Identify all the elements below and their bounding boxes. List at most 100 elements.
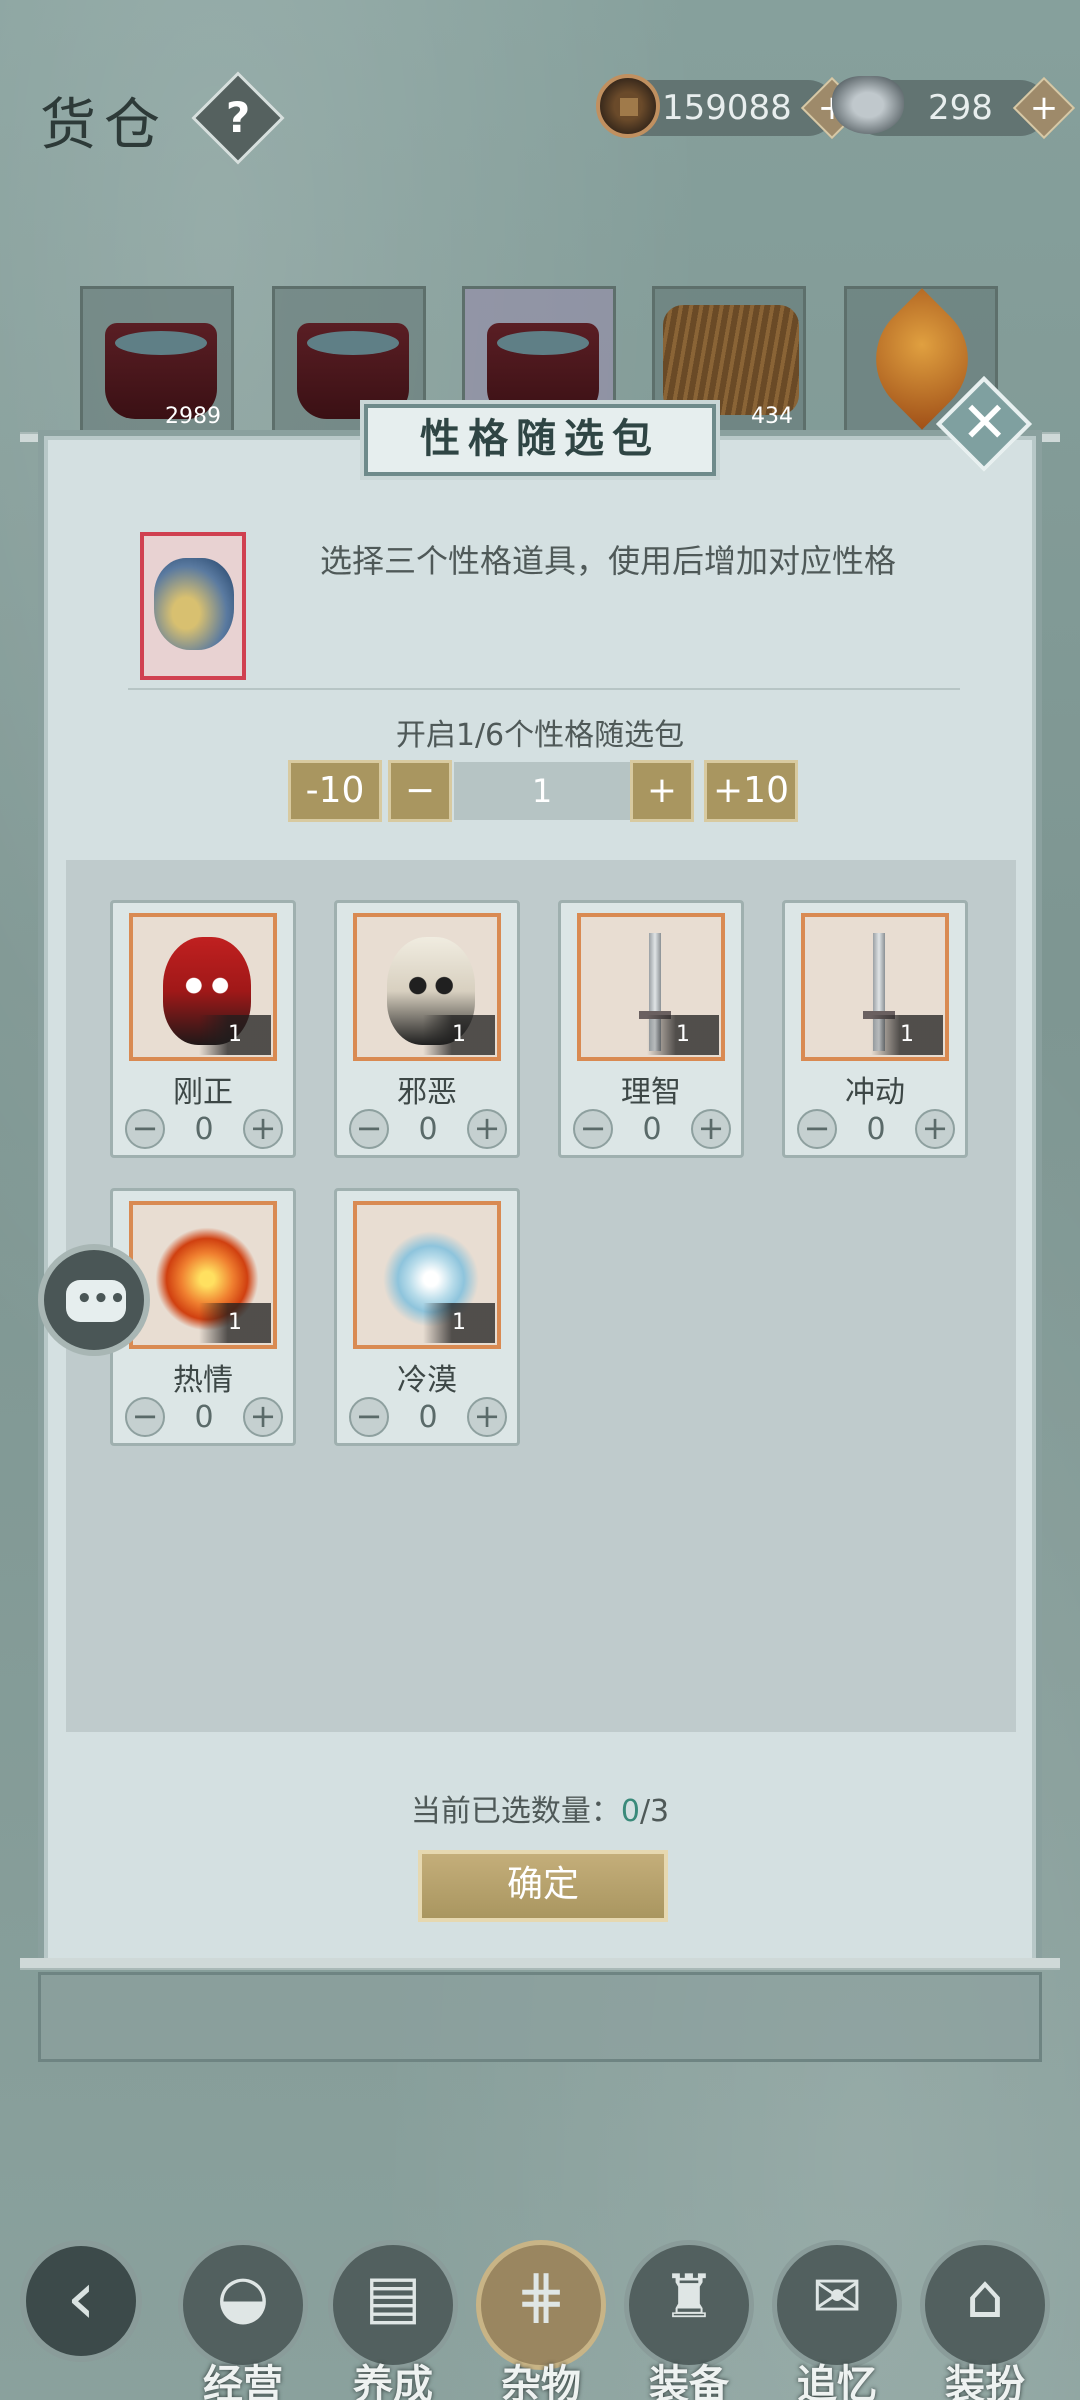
selected-total: /3 [639, 1794, 670, 1829]
stepper-value: 0 [642, 1112, 662, 1147]
item-count: 1 [647, 1015, 719, 1055]
help-label: ? [225, 93, 251, 142]
item-thumb: 1 [129, 1201, 277, 1349]
item-thumb: 1 [353, 913, 501, 1061]
decrement-button[interactable]: − [125, 1109, 165, 1149]
selected-label: 当前已选数量： [410, 1794, 621, 1829]
item-count: 1 [423, 1303, 495, 1343]
shelf-item-count: 434 [751, 404, 793, 429]
item-name: 刚正 [173, 1075, 233, 1110]
plus-button[interactable]: + [630, 760, 694, 822]
close-icon: ✕ [961, 390, 1009, 456]
item-name: 热情 [173, 1363, 233, 1398]
increment-button[interactable]: + [691, 1109, 731, 1149]
decrement-button[interactable]: − [125, 1397, 165, 1437]
item-name: 冲动 [845, 1075, 905, 1110]
item-card-lizhi[interactable]: 1 理智 − 0 + [558, 900, 744, 1158]
top-bar: 货仓 ? 159088 + 298 + [0, 60, 1080, 170]
page-title: 货仓 [40, 93, 168, 158]
item-name: 邪恶 [397, 1075, 457, 1110]
nav-item-zhuangban[interactable]: ⌂ 装扮 [920, 2240, 1050, 2400]
increment-button[interactable]: + [915, 1109, 955, 1149]
silver-currency: 298 + [832, 76, 1076, 140]
nav-item-zhuiyi[interactable]: ✉ 追忆 [772, 2240, 902, 2400]
personality-pack-dialog: 选择三个性格道具，使用后增加对应性格 开启1/6个性格随选包 -10 − 1 +… [44, 436, 1036, 1962]
modal-rail-bottom [20, 1958, 1060, 1970]
item-thumb: 1 [129, 913, 277, 1061]
stepper-value: 0 [418, 1112, 438, 1147]
chat-dots: ••• [76, 1284, 126, 1314]
item-thumb: 1 [801, 913, 949, 1061]
pack-description: 选择三个性格道具，使用后增加对应性格 [320, 542, 897, 580]
item-thumb: 1 [577, 913, 725, 1061]
help-button[interactable]: ? [191, 71, 285, 165]
nav-label: 养成 [353, 2362, 433, 2400]
item-count: 1 [199, 1303, 271, 1343]
quantity-stepper: − 0 + [125, 1397, 283, 1439]
item-count: 1 [199, 1015, 271, 1055]
stepper-value: 0 [866, 1112, 886, 1147]
quantity-stepper: − 0 + [573, 1109, 731, 1151]
selected-count: 当前已选数量：0/3 [48, 1786, 1032, 1830]
increment-button[interactable]: + [243, 1109, 283, 1149]
quantity-input[interactable]: 1 [454, 762, 630, 820]
quantity-stepper: − 0 + [349, 1109, 507, 1151]
item-name: 理智 [621, 1075, 681, 1110]
item-card-xiee[interactable]: 1 邪恶 − 0 + [334, 900, 520, 1158]
item-thumb: 1 [353, 1201, 501, 1349]
copper-value: 159088 [662, 88, 792, 128]
increment-button[interactable]: + [243, 1397, 283, 1437]
nav-label: 杂物 [501, 2362, 581, 2400]
copper-coin-icon [596, 74, 660, 138]
stepper-value: 0 [194, 1400, 214, 1435]
back-button[interactable]: ‹ [20, 2240, 142, 2362]
silver-ingot-icon [832, 76, 904, 134]
nav-label: 追忆 [797, 2362, 877, 2400]
divider [128, 688, 960, 690]
quantity-stepper: − 0 + [125, 1109, 283, 1151]
bottom-nav: ‹ ◒ 经营 ▤ 养成 ⋕ 杂物 ♜ 装备 ✉ 追忆 ⌂ 装扮 [0, 2230, 1080, 2400]
straw-bundle-icon [663, 305, 799, 415]
item-card-lengmo[interactable]: 1 冷漠 − 0 + [334, 1188, 520, 1446]
minus-ten-button[interactable]: -10 [288, 760, 382, 822]
silver-value: 298 [928, 88, 993, 128]
chat-bubble-icon: ••• [66, 1280, 126, 1322]
shelf-item[interactable]: 2989 [80, 286, 234, 436]
item-card-chongdong[interactable]: 1 冲动 − 0 + [782, 900, 968, 1158]
plus-ten-button[interactable]: +10 [704, 760, 798, 822]
increment-button[interactable]: + [467, 1397, 507, 1437]
nav-item-jingying[interactable]: ◒ 经营 [178, 2240, 308, 2400]
item-count: 1 [871, 1015, 943, 1055]
copper-currency: 159088 + [596, 74, 864, 140]
nav-item-yangcheng[interactable]: ▤ 养成 [328, 2240, 458, 2400]
chat-float-button[interactable]: ••• [38, 1244, 150, 1356]
quantity-stepper: − 0 + [349, 1397, 507, 1439]
increment-button[interactable]: + [467, 1109, 507, 1149]
nav-label: 装备 [649, 2362, 729, 2400]
confirm-button[interactable]: 确定 [418, 1850, 668, 1922]
item-grid: 1 刚正 − 0 + 1 邪恶 − 0 + 1 理智 − 0 + 1 冲动 − … [66, 860, 1016, 1732]
nav-item-zawu[interactable]: ⋕ 杂物 [476, 2240, 606, 2400]
stepper-value: 0 [418, 1400, 438, 1435]
item-name: 冷漠 [397, 1363, 457, 1398]
decrement-button[interactable]: − [797, 1109, 837, 1149]
nav-label: 经营 [203, 2362, 283, 2400]
selected-number: 0 [620, 1794, 640, 1829]
cloth-bag-icon [154, 558, 234, 650]
open-count-text: 开启1/6个性格随选包 [395, 718, 685, 753]
decrement-button[interactable]: − [349, 1397, 389, 1437]
item-count: 1 [423, 1015, 495, 1055]
add-silver-button[interactable]: + [1012, 76, 1076, 140]
minus-button[interactable]: − [388, 760, 452, 822]
dialog-title: 性格随选包 [364, 404, 716, 476]
shelf-item-count: 2989 [165, 404, 221, 429]
pack-thumbnail [140, 532, 246, 680]
decrement-button[interactable]: − [349, 1109, 389, 1149]
nav-label: 装扮 [945, 2362, 1025, 2400]
decrement-button[interactable]: − [573, 1109, 613, 1149]
stepper-value: 0 [194, 1112, 214, 1147]
quantity-stepper: − 0 + [797, 1109, 955, 1151]
item-card-gangzheng[interactable]: 1 刚正 − 0 + [110, 900, 296, 1158]
lower-panel [38, 1972, 1042, 2062]
nav-item-zhuangbei[interactable]: ♜ 装备 [624, 2240, 754, 2400]
